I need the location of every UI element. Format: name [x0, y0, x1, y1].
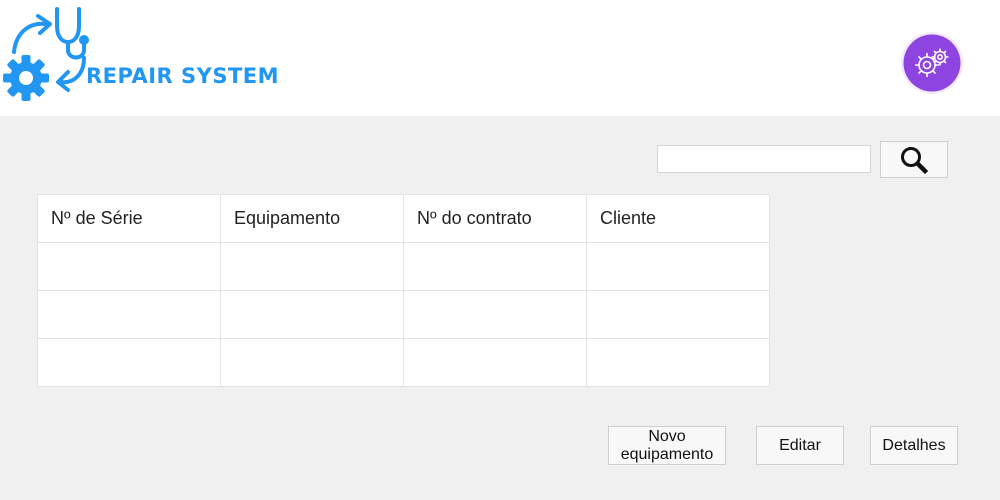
table-row[interactable]	[37, 242, 770, 291]
table-cell[interactable]	[586, 290, 770, 339]
app-logo: REPAIR SYSTEM	[0, 0, 290, 116]
table-cell[interactable]	[403, 290, 587, 339]
table-cell[interactable]	[403, 242, 587, 291]
gears-icon	[901, 32, 963, 94]
search-button[interactable]	[880, 141, 948, 178]
table-cell[interactable]	[403, 338, 587, 387]
table-cell[interactable]	[37, 338, 221, 387]
column-header-serial[interactable]: Nº de Série	[37, 194, 221, 243]
logo-text: REPAIR SYSTEM	[86, 64, 280, 88]
table-cell[interactable]	[586, 242, 770, 291]
column-header-equipment[interactable]: Equipamento	[220, 194, 404, 243]
logo-graphic	[3, 7, 89, 101]
equipment-table: Nº de Série Equipamento Nº do contrato C…	[37, 194, 770, 387]
table-row[interactable]	[37, 290, 770, 339]
details-button[interactable]: Detalhes	[870, 426, 958, 465]
column-header-contract[interactable]: Nº do contrato	[403, 194, 587, 243]
table-cell[interactable]	[586, 338, 770, 387]
table-header-row: Nº de Série Equipamento Nº do contrato C…	[37, 194, 770, 243]
search-input[interactable]	[657, 145, 871, 173]
table-row[interactable]	[37, 338, 770, 387]
table-cell[interactable]	[37, 242, 221, 291]
column-header-client[interactable]: Cliente	[586, 194, 770, 243]
settings-button[interactable]	[900, 31, 964, 95]
table-cell[interactable]	[220, 290, 404, 339]
magnifier-icon	[901, 146, 929, 174]
table-cell[interactable]	[220, 338, 404, 387]
table-cell[interactable]	[220, 242, 404, 291]
new-equipment-button[interactable]: Novo equipamento	[608, 426, 726, 465]
edit-button[interactable]: Editar	[756, 426, 844, 465]
app-header: REPAIR SYSTEM	[0, 0, 1000, 116]
table-cell[interactable]	[37, 290, 221, 339]
